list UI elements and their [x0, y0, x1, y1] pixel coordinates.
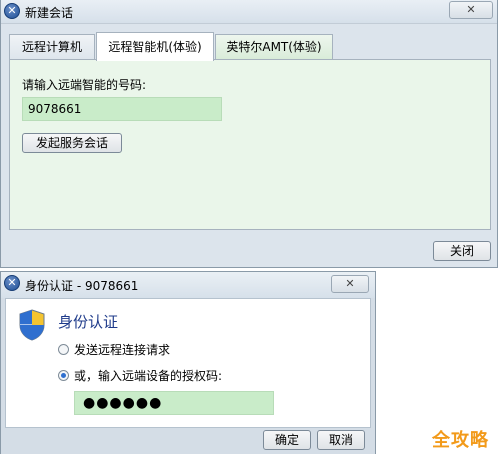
- auth-window-title: 身份认证 - 9078661: [25, 279, 139, 293]
- radio-enter-code[interactable]: [58, 370, 69, 381]
- window-title: 新建会话: [25, 6, 74, 20]
- watermark: 全攻略: [432, 430, 489, 451]
- option-enter-code-label: 或，输入远端设备的授权码:: [74, 369, 223, 383]
- start-session-button[interactable]: 发起服务会话: [22, 133, 122, 153]
- radio-send-request[interactable]: [58, 344, 69, 355]
- app-logo-icon: ✕: [4, 275, 20, 291]
- auth-window-close-button[interactable]: ✕: [331, 275, 369, 293]
- option-send-request-label: 发送远程连接请求: [74, 343, 171, 357]
- shield-icon: [19, 309, 45, 341]
- new-session-window: ✕ 新建会话 ✕ 远程计算机 远程智能机(体验) 英特尔AMT(体验) 请输入远…: [0, 0, 498, 268]
- option-send-request[interactable]: 发送远程连接请求: [58, 341, 170, 358]
- auth-dialog: ✕ 身份认证 - 9078661 ✕ 身份认证 发送远程连接请求 或，输入远端设…: [0, 271, 376, 454]
- title-bar: ✕ 新建会话 ✕: [1, 0, 497, 24]
- auth-body: 身份认证 发送远程连接请求 或，输入远端设备的授权码: ●●●●●●: [5, 298, 371, 428]
- tab-remote-smart-device[interactable]: 远程智能机(体验): [96, 32, 214, 61]
- option-enter-code[interactable]: 或，输入远端设备的授权码:: [58, 367, 222, 384]
- tab-panel: 请输入远端智能的号码: 9078661 发起服务会话: [9, 59, 491, 230]
- auth-heading: 身份认证: [58, 313, 119, 331]
- window-close-button[interactable]: ✕: [449, 1, 493, 19]
- tab-intel-amt[interactable]: 英特尔AMT(体验): [215, 34, 333, 60]
- remote-number-input[interactable]: 9078661: [22, 97, 222, 121]
- app-logo-icon: ✕: [4, 3, 20, 19]
- cancel-button[interactable]: 取消: [317, 430, 365, 450]
- tab-remote-computer[interactable]: 远程计算机: [9, 34, 95, 60]
- auth-code-input[interactable]: ●●●●●●: [74, 391, 274, 415]
- number-prompt-label: 请输入远端智能的号码:: [22, 78, 147, 92]
- auth-title-bar: ✕ 身份认证 - 9078661 ✕: [1, 272, 375, 298]
- close-button[interactable]: 关闭: [433, 241, 491, 261]
- ok-button[interactable]: 确定: [263, 430, 311, 450]
